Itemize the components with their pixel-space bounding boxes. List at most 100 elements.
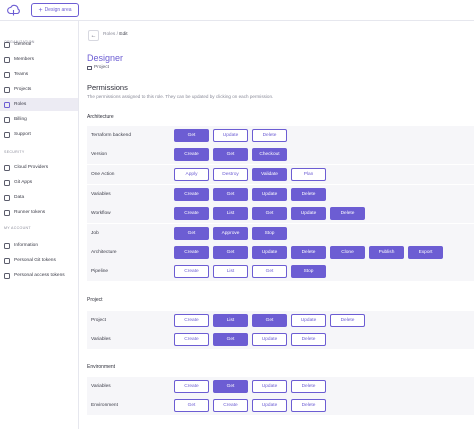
permission-create-button[interactable]: Create	[174, 314, 209, 327]
permission-get-button[interactable]: Get	[174, 129, 209, 142]
permission-apply-button[interactable]: Apply	[174, 168, 209, 181]
permission-update-button[interactable]: Update	[252, 188, 287, 201]
permission-create-button[interactable]: Create	[174, 207, 209, 220]
sidebar-item-label: Roles	[14, 102, 27, 107]
sidebar-item-label: Billing	[14, 117, 27, 122]
permission-delete-button[interactable]: Delete	[291, 399, 326, 412]
sidebar-item-projects[interactable]: Projects	[0, 83, 78, 96]
permission-get-button[interactable]: Get	[213, 246, 248, 259]
permission-get-button[interactable]: Get	[213, 380, 248, 393]
permission-clone-button[interactable]: Clone	[330, 246, 365, 259]
permission-checkout-button[interactable]: Checkout	[252, 148, 287, 161]
back-button[interactable]: ←	[88, 30, 99, 41]
permission-destroy-button[interactable]: Destroy	[213, 168, 248, 181]
sidebar-item-teams[interactable]: Teams	[0, 68, 78, 81]
sidebar-item-information[interactable]: Information	[0, 239, 78, 252]
permission-row-job: Job Get Approve Stop	[87, 224, 474, 243]
permission-update-button[interactable]: Update	[213, 129, 248, 142]
permission-create-button[interactable]: Create	[174, 148, 209, 161]
permission-create-button[interactable]: Create	[174, 265, 209, 278]
permission-approve-button[interactable]: Approve	[213, 227, 248, 240]
design-area-button[interactable]: + Design area	[31, 3, 79, 17]
design-area-label: Design area	[44, 7, 72, 13]
permission-delete-button[interactable]: Delete	[330, 314, 365, 327]
sidebar-item-cloud-providers[interactable]: Cloud Providers	[0, 161, 78, 174]
sidebar-item-label: Git Apps	[14, 180, 33, 185]
breadcrumb: Roles / Edit	[103, 32, 128, 37]
sidebar-item-general[interactable]: General	[0, 38, 78, 51]
permission-get-button[interactable]: Get	[174, 399, 209, 412]
permission-delete-button[interactable]: Delete	[252, 129, 287, 142]
permission-create-button[interactable]: Create	[174, 246, 209, 259]
permission-create-button[interactable]: Create	[174, 333, 209, 346]
permission-get-button[interactable]: Get	[252, 265, 287, 278]
group-title-architecture: Architecture	[87, 114, 114, 120]
permission-update-button[interactable]: Update	[291, 207, 326, 220]
permission-label: Architecture	[91, 250, 117, 255]
permission-delete-button[interactable]: Delete	[291, 188, 326, 201]
sidebar-item-label: Projects	[14, 87, 32, 92]
permission-create-button[interactable]: Create	[213, 399, 248, 412]
permission-validate-button[interactable]: Validate	[252, 168, 287, 181]
sidebar-item-label: Personal Git tokens	[14, 258, 56, 263]
permission-get-button[interactable]: Get	[174, 227, 209, 240]
logo-icon[interactable]	[7, 4, 20, 17]
folder-icon	[87, 65, 92, 70]
permissions-title: Permissions	[87, 83, 128, 92]
sidebar-item-members[interactable]: Members	[0, 53, 78, 66]
sidebar-item-git-apps[interactable]: Git Apps	[0, 176, 78, 189]
permission-delete-button[interactable]: Delete	[291, 333, 326, 346]
permission-delete-button[interactable]: Delete	[291, 246, 326, 259]
permission-list-button[interactable]: List	[213, 265, 248, 278]
permission-delete-button[interactable]: Delete	[330, 207, 365, 220]
permission-update-button[interactable]: Update	[252, 380, 287, 393]
permission-plan-button[interactable]: Plan	[291, 168, 326, 181]
sidebar: Organization General Members Teams Projects R…	[0, 21, 79, 429]
permission-row-terraform-backend: Terraform backend Get Update Delete	[87, 126, 474, 145]
permission-update-button[interactable]: Update	[291, 314, 326, 327]
sidebar-item-roles[interactable]: Roles	[0, 98, 78, 111]
sidebar-item-label: Personal access tokens	[14, 273, 65, 278]
permission-list-button[interactable]: List	[213, 314, 248, 327]
permission-publish-button[interactable]: Publish	[369, 246, 404, 259]
sidebar-item-label: General	[14, 42, 32, 47]
permission-row-environment: Environment Get Create Update Delete	[87, 396, 474, 415]
sidebar-item-label: Support	[14, 132, 31, 137]
permission-get-button[interactable]: Get	[252, 207, 287, 220]
sidebar-item-label: Teams	[14, 72, 29, 77]
sidebar-item-support[interactable]: Support	[0, 128, 78, 141]
permission-get-button[interactable]: Get	[213, 148, 248, 161]
permission-update-button[interactable]: Update	[252, 333, 287, 346]
sidebar-item-label: Cloud Providers	[14, 165, 49, 170]
permission-create-button[interactable]: Create	[174, 188, 209, 201]
permission-list-button[interactable]: List	[213, 207, 248, 220]
permission-row-workflow: Workflow Create List Get Update Delete	[87, 204, 474, 223]
permission-create-button[interactable]: Create	[174, 380, 209, 393]
permission-get-button[interactable]: Get	[213, 333, 248, 346]
permission-row-variables: Variables Create Get Update Delete	[87, 185, 474, 204]
permission-update-button[interactable]: Update	[252, 399, 287, 412]
permission-label: Environment	[91, 403, 118, 408]
git-icon	[4, 179, 10, 186]
sidebar-item-data[interactable]: Data	[0, 191, 78, 204]
breadcrumb-roles-link[interactable]: Roles	[103, 32, 115, 37]
sidebar-item-personal-git-tokens[interactable]: Personal Git tokens	[0, 254, 78, 267]
sidebar-section-title: My account	[4, 226, 31, 230]
billing-icon	[4, 116, 10, 123]
group-title-project: Project	[87, 297, 103, 303]
users-icon	[4, 56, 10, 63]
sidebar-item-billing[interactable]: Billing	[0, 113, 78, 126]
main-content: ← Roles / Edit Designer Project Permissi…	[79, 21, 474, 429]
sidebar-item-runner-tokens[interactable]: Runner tokens	[0, 206, 78, 219]
permission-stop-button[interactable]: Stop	[252, 227, 287, 240]
permission-get-button[interactable]: Get	[213, 188, 248, 201]
group-title-environment: Environment	[87, 364, 116, 370]
permission-label: Workflow	[91, 211, 111, 216]
permission-export-button[interactable]: Export	[408, 246, 443, 259]
permission-get-button[interactable]: Get	[252, 314, 287, 327]
permission-stop-button[interactable]: Stop	[291, 265, 326, 278]
permission-update-button[interactable]: Update	[252, 246, 287, 259]
sidebar-item-personal-access-tokens[interactable]: Personal access tokens	[0, 269, 78, 282]
permission-delete-button[interactable]: Delete	[291, 380, 326, 393]
role-type-label: Project	[94, 65, 109, 70]
